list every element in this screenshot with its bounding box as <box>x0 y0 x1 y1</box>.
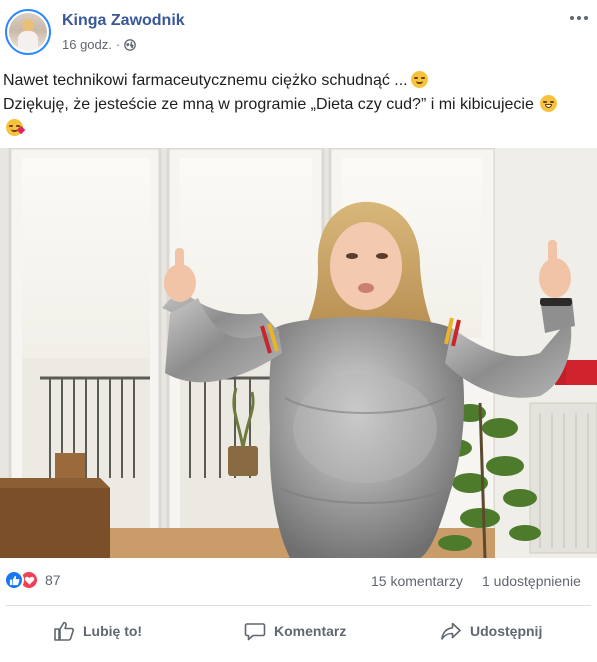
share-button[interactable]: Udostępnij <box>440 616 542 646</box>
comment-button-label: Komentarz <box>274 623 347 639</box>
meta-separator: · <box>115 37 121 52</box>
post-timestamp[interactable]: 16 godz. <box>62 37 112 52</box>
post-text-line-3 <box>3 117 593 141</box>
reaction-summary[interactable]: 87 <box>4 570 61 590</box>
like-button[interactable]: Lubię to! <box>53 616 142 646</box>
post-text-line-2-content: Dziękuję, że jesteście ze mną w programi… <box>3 96 534 113</box>
relieved-face-icon <box>410 71 428 88</box>
like-reaction-icon <box>4 570 24 590</box>
post-text-line-2: Dziękuję, że jesteście ze mną w programi… <box>3 93 593 117</box>
post-actions: Lubię to! Komentarz Udostępnij <box>0 606 597 656</box>
face-blowing-kiss-icon <box>6 119 26 136</box>
avatar-image <box>9 13 47 51</box>
post-text: Nawet technikowi farmaceutycznemu ciężko… <box>3 69 593 141</box>
like-button-label: Lubię to! <box>83 623 143 639</box>
post-stats: 87 15 komentarzy 1 udostępnienie <box>0 565 597 597</box>
post-photo[interactable] <box>0 148 597 558</box>
thumbs-up-icon <box>54 621 75 641</box>
grinning-face-icon <box>539 95 557 112</box>
globe-icon[interactable] <box>124 38 137 51</box>
comment-button[interactable]: Komentarz <box>244 616 346 646</box>
post-text-line-1-content: Nawet technikowi farmaceutycznemu ciężko… <box>3 72 408 89</box>
share-button-label: Udostępnij <box>470 623 543 639</box>
reaction-count[interactable]: 87 <box>45 572 61 588</box>
comments-count-link[interactable]: 15 komentarzy <box>371 573 463 589</box>
comment-bubble-icon <box>244 623 266 641</box>
author-name-link[interactable]: Kinga Zawodnik <box>62 12 185 30</box>
author-avatar[interactable] <box>5 9 51 55</box>
post-photo-illustration <box>0 148 597 558</box>
more-horizontal-icon[interactable] <box>567 8 591 28</box>
shares-count-link[interactable]: 1 udostępnienie <box>482 573 581 589</box>
post-text-line-1: Nawet technikowi farmaceutycznemu ciężko… <box>3 69 593 93</box>
share-arrow-icon <box>441 622 461 640</box>
post-header: Kinga Zawodnik 16 godz. · <box>0 0 597 62</box>
post-meta: 16 godz. · <box>62 37 137 52</box>
